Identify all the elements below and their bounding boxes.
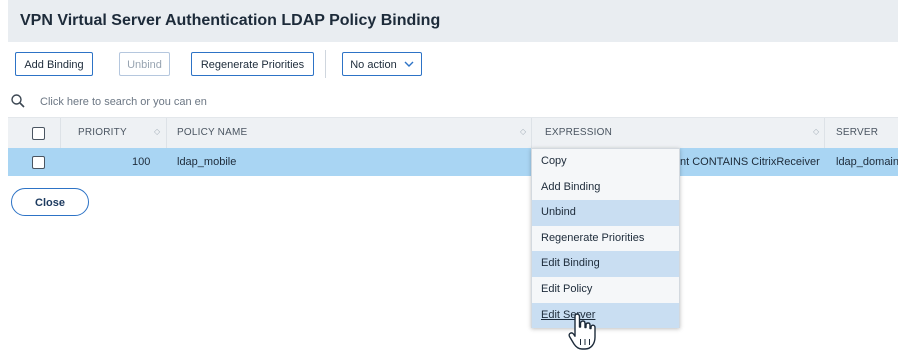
column-separator [531,118,532,148]
action-select[interactable]: No action [342,52,422,76]
table-row[interactable]: 100 ldap_mobile nt CONTAINS CitrixReceiv… [8,148,898,176]
action-select-label: No action [350,59,397,71]
column-header-server[interactable]: SERVER [836,127,878,138]
unbind-button[interactable]: Unbind [119,52,170,76]
search-icon [10,93,26,109]
add-binding-button[interactable]: Add Binding [15,52,93,76]
row-checkbox[interactable] [32,156,45,169]
toolbar-divider [325,50,326,78]
page: VPN Virtual Server Authentication LDAP P… [0,0,898,353]
column-separator [166,118,167,148]
cell-policy-name: ldap_mobile [177,156,237,168]
cell-priority: 100 [132,156,151,168]
chevron-down-icon [404,53,414,77]
context-menu: Copy Add Binding Unbind Regenerate Prior… [531,148,680,329]
column-header-policy-name[interactable]: POLICY NAME [177,127,247,138]
regenerate-priorities-button[interactable]: Regenerate Priorities [191,52,314,76]
page-title: VPN Virtual Server Authentication LDAP P… [20,12,441,29]
select-all-checkbox[interactable] [32,127,45,140]
search-bar[interactable]: Click here to search or you can en [0,90,898,114]
menu-item-unbind[interactable]: Unbind [532,200,679,226]
search-input[interactable]: Click here to search or you can en [40,96,207,108]
column-header-expression[interactable]: EXPRESSION [545,127,612,138]
menu-item-copy[interactable]: Copy [532,149,679,175]
close-button[interactable]: Close [11,188,89,216]
hand-pointer-icon [568,312,596,352]
menu-item-regenerate-priorities[interactable]: Regenerate Priorities [532,225,679,252]
menu-item-edit-server[interactable]: Edit Server [532,302,679,329]
sort-icon[interactable]: ◇ [520,127,526,136]
cell-expression: nt CONTAINS CitrixReceiver [680,156,820,168]
toolbar: Add Binding Unbind Regenerate Priorities… [0,44,898,84]
sort-icon[interactable]: ◇ [154,127,160,136]
column-separator [824,118,825,148]
cell-server: ldap_domain [836,156,898,168]
page-header: VPN Virtual Server Authentication LDAP P… [8,0,898,42]
menu-item-edit-binding[interactable]: Edit Binding [532,251,679,277]
column-header-priority[interactable]: PRIORITY [78,127,127,138]
column-separator [60,118,61,148]
table-header: PRIORITY ◇ POLICY NAME ◇ EXPRESSION ◇ SE… [8,117,898,148]
menu-item-add-binding[interactable]: Add Binding [532,174,679,201]
menu-item-edit-policy[interactable]: Edit Policy [532,277,679,303]
sort-icon[interactable]: ◇ [813,127,819,136]
